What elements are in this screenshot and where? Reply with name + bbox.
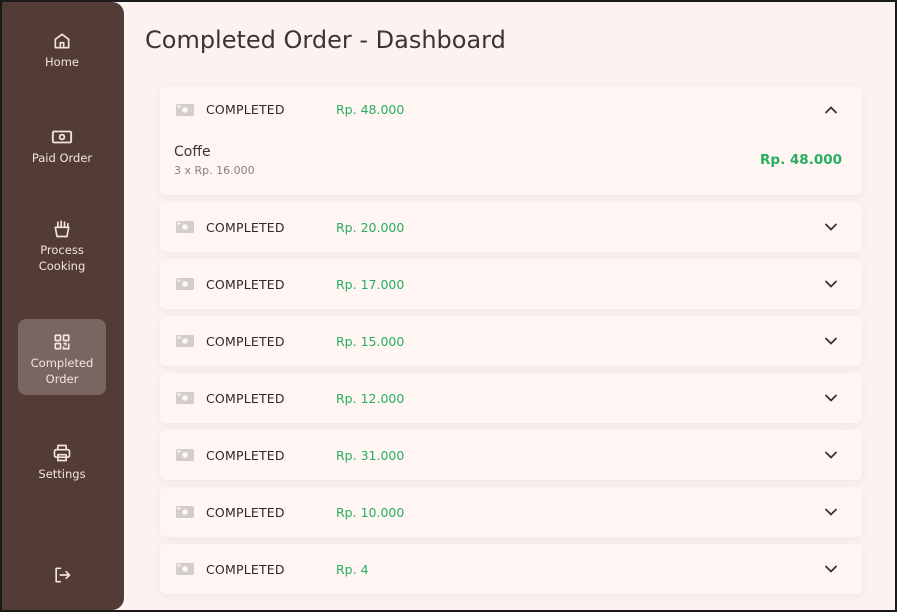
item-quantity-price: 3 x Rp. 16.000	[174, 163, 255, 177]
order-card: COMPLETED Rp. 15.000	[160, 316, 862, 366]
fries-icon	[51, 218, 73, 240]
order-amount: Rp. 20.000	[336, 219, 405, 235]
order-card: COMPLETED Rp. 20.000	[160, 202, 862, 252]
chevron-down-icon[interactable]	[824, 334, 838, 348]
chevron-up-icon[interactable]	[824, 103, 838, 117]
money-icon	[51, 126, 73, 148]
sidebar-item-process-cooking[interactable]: Process Cooking	[18, 218, 106, 276]
order-card-header[interactable]: COMPLETED Rp. 48.000	[160, 86, 862, 133]
sidebar-item-completed-order[interactable]: Completed Order	[18, 319, 106, 395]
order-status: COMPLETED	[206, 447, 285, 463]
sidebar-item-label: Settings	[38, 467, 86, 481]
order-status: COMPLETED	[206, 333, 285, 349]
qr-icon	[51, 331, 73, 353]
chevron-down-icon[interactable]	[824, 505, 838, 519]
chevron-down-icon[interactable]	[824, 391, 838, 405]
chevron-down-icon[interactable]	[824, 562, 838, 576]
logout-button[interactable]	[18, 564, 106, 588]
order-amount: Rp. 12.000	[336, 390, 405, 406]
order-card: COMPLETED Rp. 10.000	[160, 487, 862, 537]
chevron-down-icon[interactable]	[824, 277, 838, 291]
order-card-header[interactable]: COMPLETED Rp. 15.000	[160, 316, 862, 366]
order-status: COMPLETED	[206, 219, 285, 235]
item-total: Rp. 48.000	[760, 152, 842, 168]
order-status: COMPLETED	[206, 561, 285, 577]
order-status: COMPLETED	[206, 102, 285, 117]
sidebar-item-label: Home	[45, 55, 79, 69]
order-card-header[interactable]: COMPLETED Rp. 10.000	[160, 487, 862, 537]
app-window: Home Paid Order Process Cooking Complete…	[0, 0, 897, 612]
order-amount: Rp. 31.000	[336, 447, 405, 463]
money-icon	[176, 103, 194, 116]
home-icon	[51, 30, 73, 52]
money-icon	[176, 392, 194, 404]
order-status: COMPLETED	[206, 276, 285, 292]
order-amount: Rp. 4	[336, 561, 369, 577]
money-icon	[176, 335, 194, 347]
sidebar: Home Paid Order Process Cooking Complete…	[2, 2, 124, 610]
money-icon	[176, 449, 194, 461]
sidebar-item-label: Process Cooking	[38, 243, 86, 273]
order-card: COMPLETED Rp. 48.000 Coffe 3 x Rp. 16.00…	[160, 86, 862, 195]
order-amount: Rp. 15.000	[336, 333, 405, 349]
money-icon	[176, 563, 194, 575]
order-list: COMPLETED Rp. 48.000 Coffe 3 x Rp. 16.00…	[160, 86, 862, 601]
order-card: COMPLETED Rp. 12.000	[160, 373, 862, 423]
order-status: COMPLETED	[206, 390, 285, 406]
logout-icon	[51, 564, 73, 586]
item-name: Coffe	[174, 143, 211, 160]
order-card: COMPLETED Rp. 17.000	[160, 259, 862, 309]
order-card-header[interactable]: COMPLETED Rp. 20.000	[160, 202, 862, 252]
chevron-down-icon[interactable]	[824, 448, 838, 462]
order-card: COMPLETED Rp. 31.000	[160, 430, 862, 480]
order-card-header[interactable]: COMPLETED Rp. 31.000	[160, 430, 862, 480]
order-card-header[interactable]: COMPLETED Rp. 4	[160, 544, 862, 594]
page-title: Completed Order - Dashboard	[145, 26, 506, 54]
sidebar-item-settings[interactable]: Settings	[18, 442, 106, 486]
money-icon	[176, 221, 194, 233]
order-amount: Rp. 10.000	[336, 504, 405, 520]
order-item-row: Coffe 3 x Rp. 16.000 Rp. 48.000	[160, 133, 862, 195]
order-card-header[interactable]: COMPLETED Rp. 12.000	[160, 373, 862, 423]
order-card-header[interactable]: COMPLETED Rp. 17.000	[160, 259, 862, 309]
sidebar-item-paid-order[interactable]: Paid Order	[18, 126, 106, 170]
order-card: COMPLETED Rp. 4	[160, 544, 862, 594]
order-status: COMPLETED	[206, 504, 285, 520]
money-icon	[176, 506, 194, 518]
chevron-down-icon[interactable]	[824, 220, 838, 234]
printer-icon	[51, 442, 73, 464]
sidebar-item-home[interactable]: Home	[18, 30, 106, 74]
sidebar-item-label: Paid Order	[31, 151, 93, 165]
order-amount: Rp. 17.000	[336, 276, 405, 292]
order-amount: Rp. 48.000	[336, 102, 405, 117]
money-icon	[176, 278, 194, 290]
sidebar-item-label: Completed Order	[30, 356, 94, 386]
